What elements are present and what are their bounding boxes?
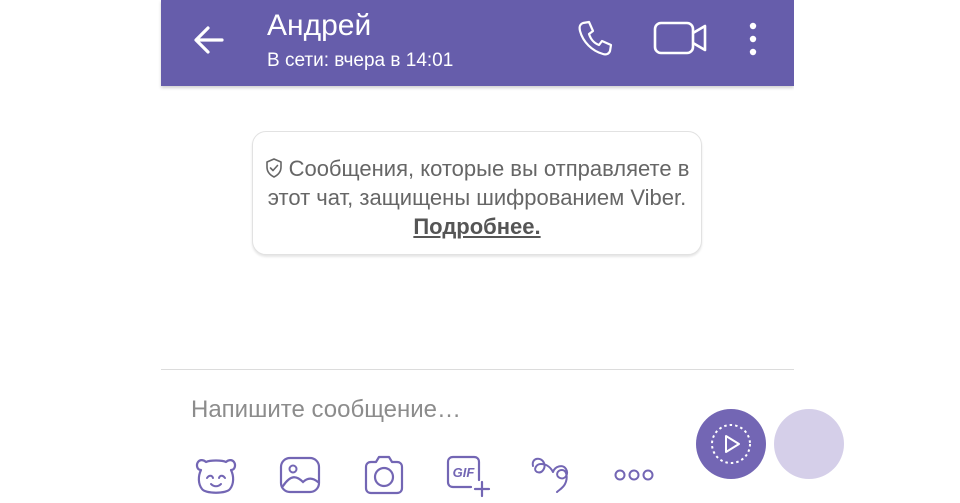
doodle-icon	[531, 457, 569, 493]
back-arrow-icon	[194, 26, 224, 54]
shield-icon	[265, 158, 282, 178]
gallery-icon	[279, 456, 321, 494]
camera-button[interactable]	[361, 452, 407, 498]
message-input[interactable]	[191, 390, 671, 430]
contact-status: В сети: вчера в 14:01	[267, 50, 454, 71]
video-call-button[interactable]	[653, 20, 709, 56]
encryption-notice-text: Сообщения, которые вы отправляете в этот…	[267, 156, 690, 210]
gif-icon: GIF	[446, 455, 491, 498]
gallery-button[interactable]	[277, 452, 323, 498]
sticker-icon	[195, 459, 237, 494]
more-attachments-button[interactable]	[611, 452, 657, 498]
more-vertical-icon	[749, 22, 757, 56]
video-camera-icon	[653, 21, 707, 55]
send-video-message-icon	[711, 424, 751, 464]
more-horizontal-icon	[614, 469, 654, 481]
contact-name[interactable]: Андрей	[267, 9, 371, 43]
call-button[interactable]	[575, 18, 615, 58]
doodle-button[interactable]	[527, 452, 573, 498]
encryption-notice: Сообщения, которые вы отправляете в этот…	[252, 131, 702, 255]
sticker-button[interactable]	[193, 452, 239, 498]
secondary-action-button[interactable]	[774, 409, 844, 479]
camera-icon	[364, 455, 404, 495]
gif-label: GIF	[453, 465, 476, 480]
phone-icon	[578, 20, 613, 56]
composer-divider	[161, 369, 794, 370]
gif-button[interactable]: GIF	[443, 452, 491, 498]
learn-more-link[interactable]: Подробнее.	[413, 214, 540, 239]
chat-header: Андрей В сети: вчера в 14:01	[161, 0, 794, 86]
more-options-button[interactable]	[743, 20, 763, 58]
video-message-button[interactable]	[696, 409, 766, 479]
back-button[interactable]	[191, 22, 227, 58]
